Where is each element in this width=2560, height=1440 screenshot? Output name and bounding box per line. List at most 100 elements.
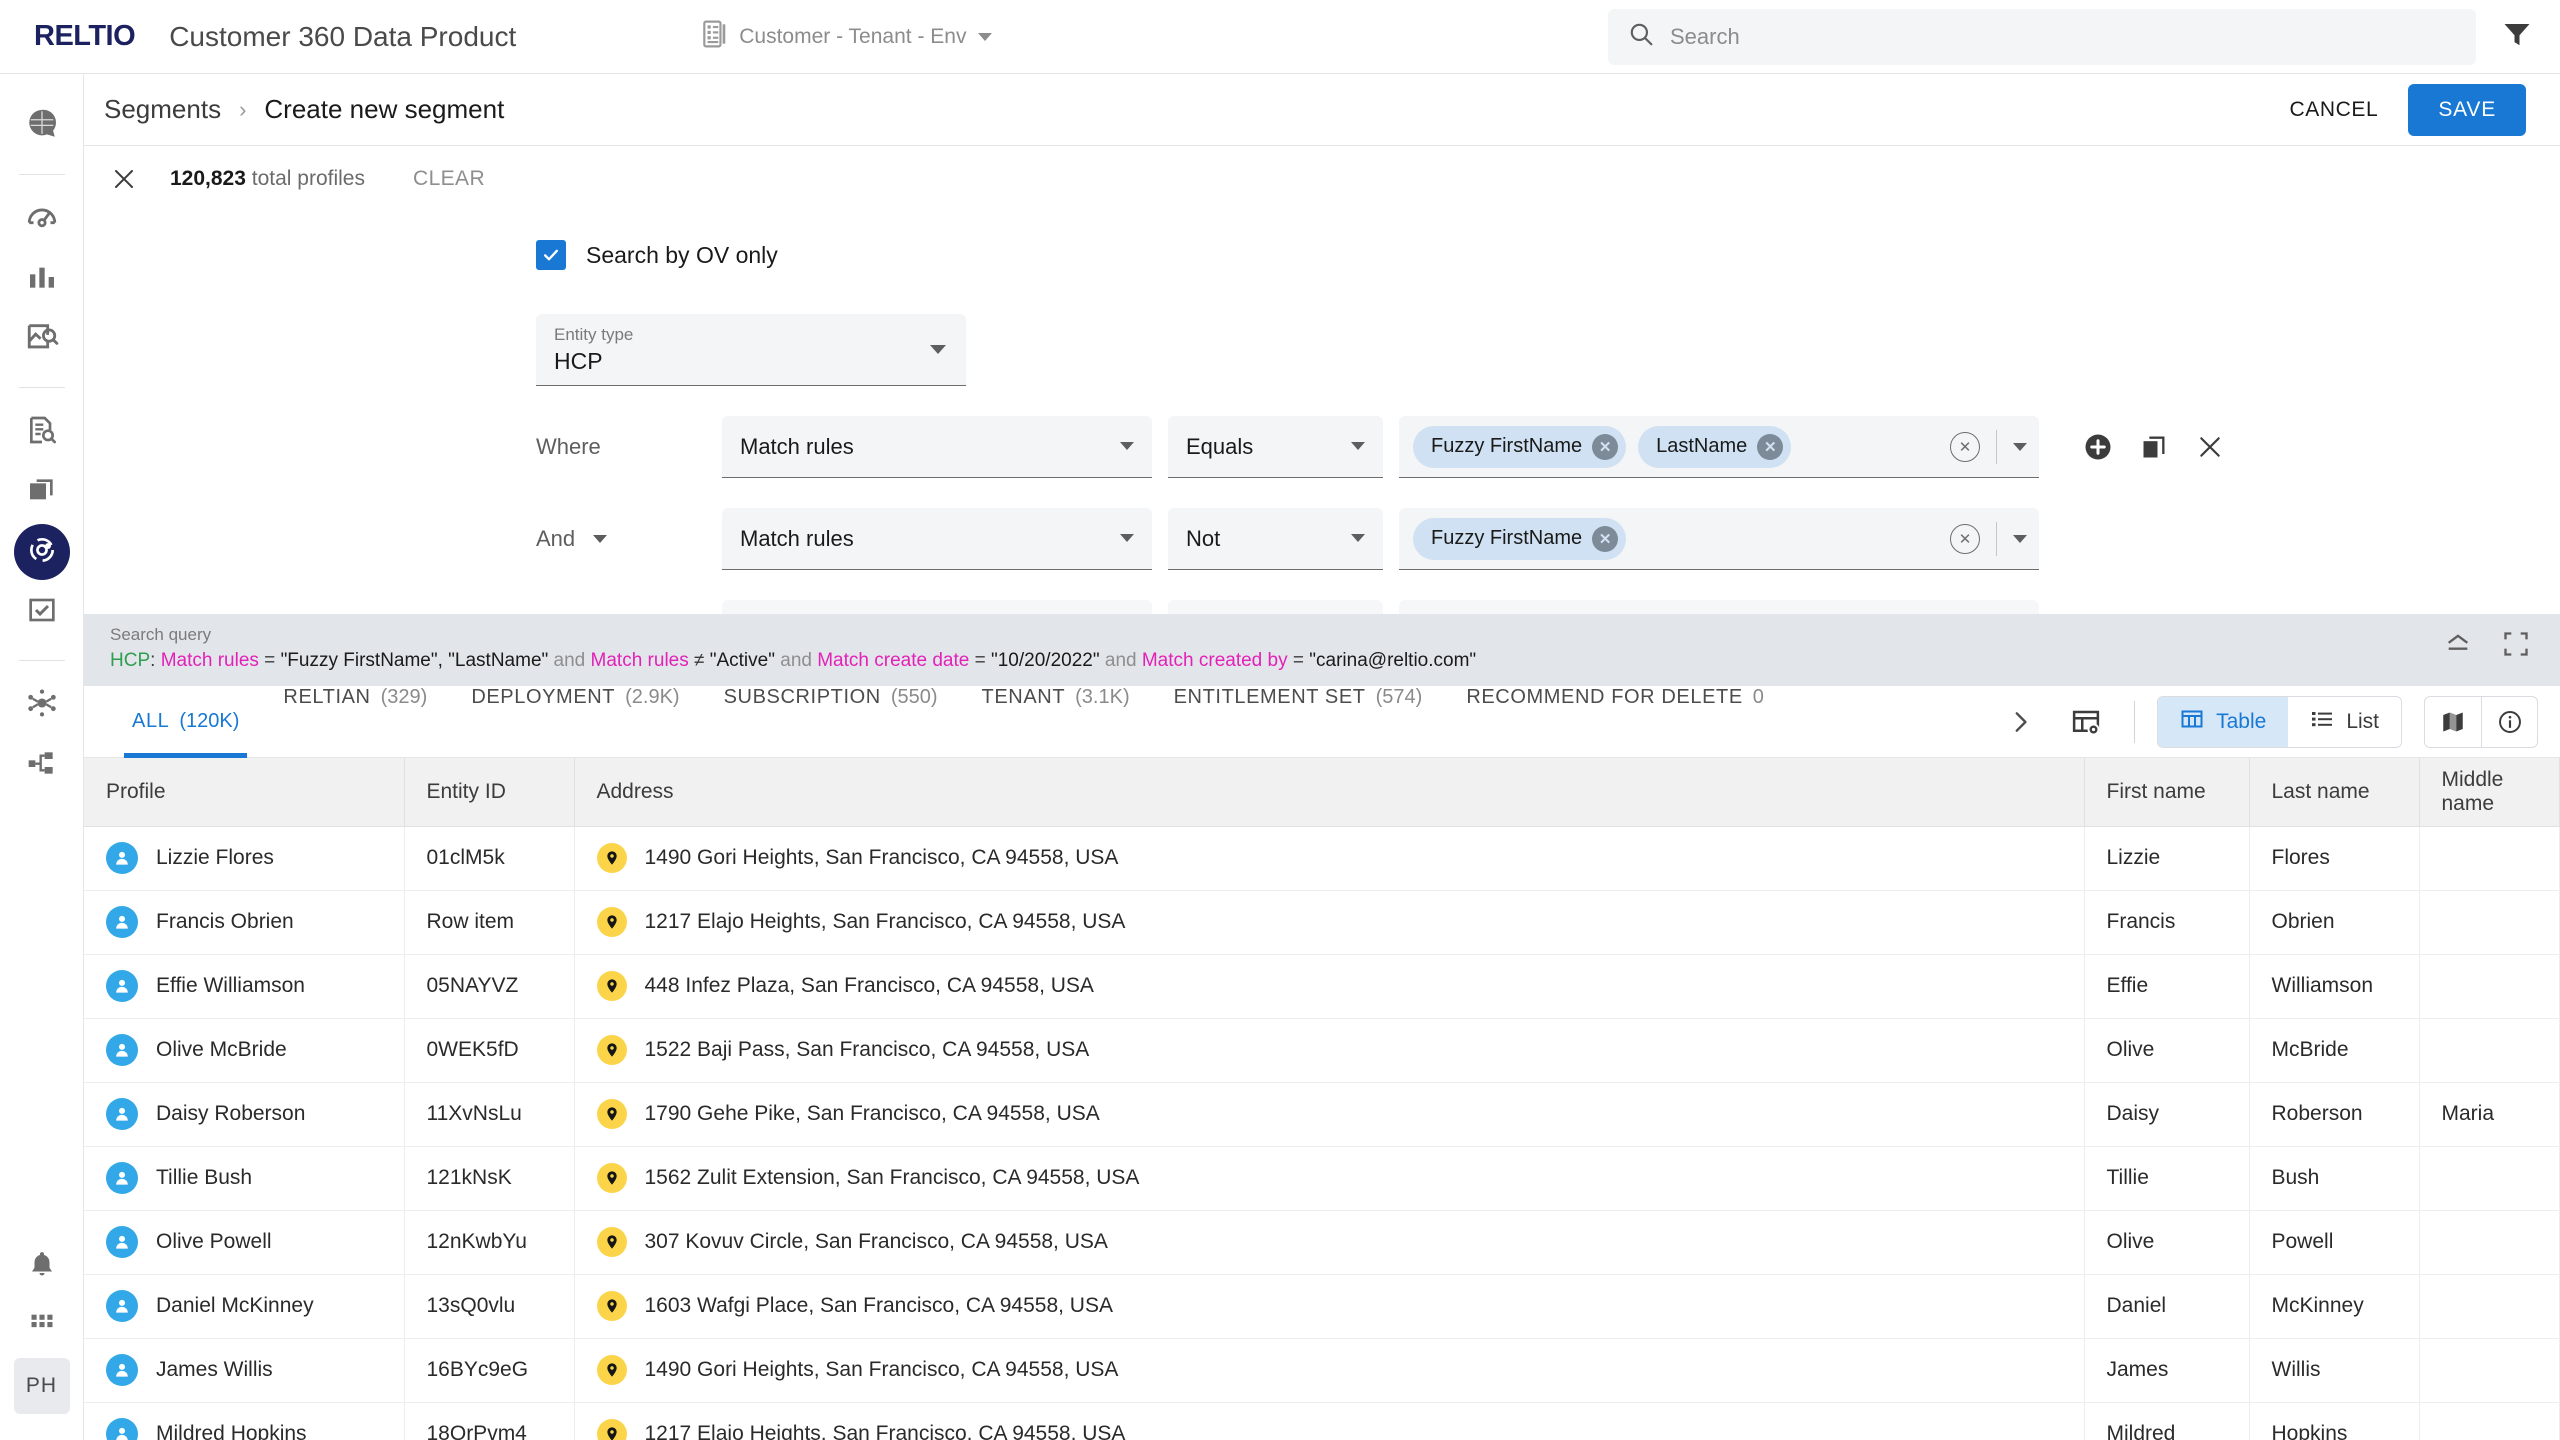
column-header-profile[interactable]: Profile: [84, 758, 405, 827]
tabs-right-controls: Table List: [1998, 695, 2538, 748]
chevron-down-icon[interactable]: [2013, 534, 2027, 543]
column-header-last-name[interactable]: Last name: [2249, 758, 2420, 827]
tab-recommend-for-delete[interactable]: RECOMMEND FOR DELETE 0: [1444, 686, 1786, 758]
cell-profile[interactable]: Mildred Hopkins: [84, 1402, 405, 1440]
sidebar-item-hierarchy[interactable]: [14, 737, 70, 793]
tab-all[interactable]: ALL (120K): [110, 686, 261, 758]
condition-attribute-select[interactable]: Match rules: [722, 508, 1152, 570]
entity-type-select[interactable]: Entity type HCP: [536, 314, 966, 386]
tab-deployment[interactable]: DEPLOYMENT (2.9K): [449, 686, 701, 758]
view-list-button[interactable]: List: [2288, 696, 2401, 747]
chevron-right-icon[interactable]: [1998, 700, 2042, 744]
condition-row-tools: [2081, 430, 2227, 464]
cell-profile[interactable]: Tillie Bush: [84, 1146, 405, 1211]
clear-button[interactable]: CLEAR: [413, 167, 485, 191]
table-row[interactable]: Effie Williamson 05NAYVZ 448 Infez Plaza, …: [84, 954, 2560, 1019]
table-row[interactable]: Olive McBride 0WEK5fD 1522 Baji Pass, San …: [84, 1018, 2560, 1083]
condition-operator-select[interactable]: Not: [1168, 508, 1383, 570]
profile-count-suffix: total profiles: [251, 167, 365, 190]
chevron-down-icon[interactable]: [2013, 442, 2027, 451]
search-by-ov-checkbox[interactable]: [536, 240, 566, 270]
collapse-icon[interactable]: [2444, 630, 2472, 663]
tab-entitlement-set[interactable]: ENTITLEMENT SET (574): [1152, 686, 1445, 758]
save-button[interactable]: SAVE: [2408, 83, 2526, 136]
table-row[interactable]: Daisy Roberson 11XvNsLu 1790 Gehe Pike, Sa…: [84, 1082, 2560, 1147]
filter-icon[interactable]: [2502, 19, 2532, 54]
fullscreen-icon[interactable]: [2502, 630, 2530, 663]
cell-profile[interactable]: Daisy Roberson: [84, 1082, 405, 1147]
cell-profile[interactable]: Daniel McKinney: [84, 1274, 405, 1339]
cell-first-name: Francis: [2084, 890, 2250, 955]
search-input[interactable]: [1670, 23, 2456, 50]
tab-subscription[interactable]: SUBSCRIPTION (550): [702, 686, 960, 758]
cell-profile[interactable]: James Willis: [84, 1338, 405, 1403]
condition-lead[interactable]: And: [84, 526, 706, 552]
remove-chip-icon[interactable]: ✕: [1592, 433, 1619, 460]
map-icon[interactable]: [2425, 697, 2481, 747]
condition-values-field[interactable]: Fuzzy FirstName ✕ ✕: [1399, 508, 2039, 570]
configure-columns-icon[interactable]: [2060, 700, 2112, 744]
sidebar-item-data-explorer[interactable]: [14, 311, 70, 367]
page-title: Create new segment: [264, 94, 505, 124]
cancel-button[interactable]: CANCEL: [2290, 98, 2379, 122]
table-row[interactable]: Tillie Bush 121kNsK 1562 Zulit Extension, …: [84, 1146, 2560, 1211]
add-condition-icon[interactable]: [2081, 430, 2115, 464]
global-search[interactable]: [1608, 8, 2476, 65]
clear-values-icon[interactable]: ✕: [1950, 431, 1980, 462]
cell-profile[interactable]: Francis Obrien: [84, 890, 405, 955]
tasks-checkbox-icon: [26, 594, 58, 631]
notifications-button[interactable]: [14, 1238, 70, 1294]
value-chip[interactable]: LastName ✕: [1638, 425, 1792, 468]
address-cell: 1562 Zulit Extension, San Francisco, CA …: [596, 1163, 2062, 1193]
chevron-down-icon[interactable]: [593, 535, 608, 543]
cell-address: 1217 Elajo Heights, San Francisco, CA 94…: [574, 890, 2085, 955]
sidebar-item-analytics[interactable]: [14, 251, 70, 307]
cell-profile[interactable]: Lizzie Flores: [84, 826, 405, 891]
cell-profile[interactable]: Olive Powell: [84, 1210, 405, 1275]
tenant-selector[interactable]: Customer - Tenant - Env: [701, 20, 993, 53]
cell-entity-id: Row item: [404, 890, 575, 955]
condition-lead: Where: [84, 434, 706, 460]
sidebar-item-segments[interactable]: [13, 524, 70, 580]
column-header-entity-id[interactable]: Entity ID: [404, 758, 575, 827]
table-row[interactable]: Olive Powell 12nKwbYu 307 Kovuv Circle, Sa…: [84, 1210, 2560, 1275]
profile-name: James Willis: [156, 1358, 273, 1381]
globe-chat-icon: [25, 107, 59, 146]
clear-values-icon[interactable]: ✕: [1950, 523, 1980, 554]
table-row[interactable]: Lizzie Flores 01clM5k 1490 Gori Heights, S…: [84, 826, 2560, 891]
breadcrumb-root[interactable]: Segments: [104, 94, 221, 125]
column-header-address[interactable]: Address: [574, 758, 2085, 827]
tab-reltian[interactable]: RELTIAN (329): [261, 686, 449, 758]
value-chip[interactable]: Fuzzy FirstName ✕: [1413, 425, 1627, 468]
condition-values-field[interactable]: Fuzzy FirstName ✕ LastName ✕ ✕: [1399, 416, 2039, 478]
table-row[interactable]: James Willis 16BYc9eG 1490 Gori Heights, S…: [84, 1338, 2560, 1403]
column-header-middle-name[interactable]: Middle name: [2419, 758, 2560, 827]
duplicate-condition-icon[interactable]: [2137, 430, 2171, 464]
sidebar-item-dashboard[interactable]: [14, 191, 70, 247]
column-header-first-name[interactable]: First name: [2084, 758, 2250, 827]
sidebar-item-tasks[interactable]: [14, 584, 70, 640]
app-switcher-button[interactable]: [14, 1298, 70, 1354]
table-row[interactable]: Francis Obrien Row item 1217 Elajo Heights…: [84, 890, 2560, 955]
table-row[interactable]: Mildred Hopkins 18QrPvm4 1217 Elajo Height…: [84, 1402, 2560, 1440]
value-chip[interactable]: Fuzzy FirstName ✕: [1413, 517, 1627, 560]
cell-profile[interactable]: Olive McBride: [84, 1018, 405, 1083]
remove-condition-icon[interactable]: [2193, 430, 2227, 464]
tab-tenant[interactable]: TENANT (3.1K): [960, 686, 1152, 758]
sidebar-item-globe-chat[interactable]: [14, 98, 70, 154]
cell-profile[interactable]: Effie Williamson: [84, 954, 405, 1019]
sidebar-item-network-graph[interactable]: [14, 677, 70, 733]
condition-operator-select[interactable]: Equals: [1168, 416, 1383, 478]
view-table-button[interactable]: Table: [2158, 696, 2289, 747]
cell-last-name: Obrien: [2249, 890, 2420, 955]
close-icon[interactable]: [104, 159, 144, 199]
sidebar-item-layers[interactable]: [14, 464, 70, 520]
user-avatar[interactable]: PH: [13, 1358, 70, 1414]
remove-chip-icon[interactable]: ✕: [1757, 433, 1784, 460]
results-table-wrap[interactable]: Profile Entity ID Address First name Las…: [84, 758, 2560, 1440]
info-icon[interactable]: [2481, 696, 2537, 747]
condition-attribute-select[interactable]: Match rules: [722, 416, 1152, 478]
sidebar-item-document-search[interactable]: [14, 404, 70, 460]
table-row[interactable]: Daniel McKinney 13sQ0vlu 1603 Wafgi Place,…: [84, 1274, 2560, 1339]
remove-chip-icon[interactable]: ✕: [1592, 525, 1619, 552]
